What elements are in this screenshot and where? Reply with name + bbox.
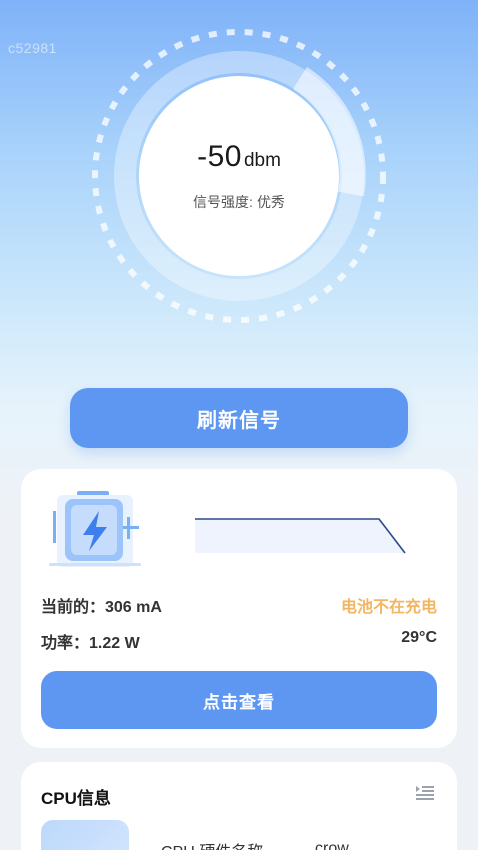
power-label: 功率：1.22 W (41, 635, 140, 652)
cpu-hardware-value: crow (315, 840, 349, 850)
current-label: 当前的：306 mA (41, 599, 162, 616)
watermark: c52981 (8, 40, 57, 56)
battery-row-power: 功率：1.22 W 29°C (41, 629, 437, 653)
cpu-hardware-label: CPU 硬件名称 (161, 838, 263, 850)
signal-strength: 信号强度: 优秀 (193, 192, 285, 212)
battery-chart (193, 513, 411, 557)
temperature-value: 29°C (401, 629, 437, 646)
cpu-image (41, 820, 129, 850)
battery-card: 当前的：306 mA 电池不在充电 功率：1.22 W 29°C 点击查看 (21, 469, 457, 748)
battery-row-current: 当前的：306 mA 电池不在充电 (41, 593, 437, 617)
cpu-title: CPU信息 (41, 789, 111, 808)
view-details-button[interactable]: 点击查看 (41, 671, 437, 729)
cpu-info-card: CPU信息 CPU 硬件名称 crow (21, 762, 457, 850)
refresh-signal-button[interactable]: 刷新信号 (70, 388, 408, 448)
signal-unit: dbm (243, 150, 281, 171)
signal-number: -50 (197, 140, 242, 173)
gauge-center: -50 dbm 信号强度: 优秀 (134, 71, 344, 281)
signal-strength-value: 优秀 (256, 194, 285, 210)
charging-status: 电池不在充电 (340, 599, 437, 616)
signal-gauge: -50 dbm 信号强度: 优秀 (89, 26, 389, 326)
menu-list-icon[interactable] (415, 784, 435, 802)
signal-strength-label: 信号强度: (193, 194, 253, 210)
battery-charging-icon (47, 491, 143, 571)
signal-value: -50 dbm (197, 140, 281, 174)
